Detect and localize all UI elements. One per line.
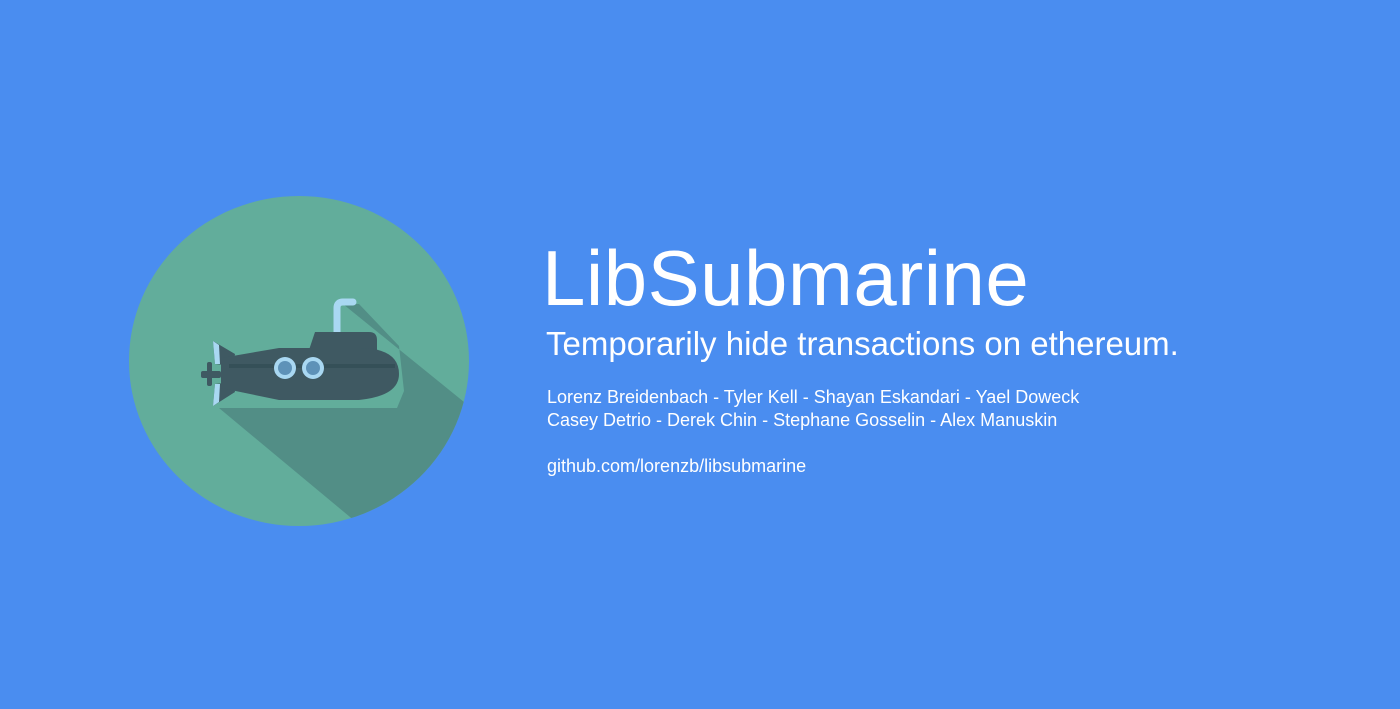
page-title: LibSubmarine — [542, 234, 1030, 322]
submarine-logo-icon — [129, 196, 469, 526]
logo — [129, 196, 469, 526]
author-line: Lorenz Breidenbach - Tyler Kell - Shayan… — [547, 387, 1080, 407]
author-list: Lorenz Breidenbach - Tyler Kell - Shayan… — [547, 386, 1362, 432]
banner: LibSubmarine Temporarily hide transactio… — [0, 0, 1400, 709]
author-line: Casey Detrio - Derek Chin - Stephane Gos… — [547, 410, 1058, 430]
repo-link[interactable]: github.com/lorenzb/libsubmarine — [547, 455, 1362, 478]
tagline: Temporarily hide transactions on ethereu… — [546, 325, 1179, 362]
text-block: LibSubmarine Temporarily hide transactio… — [542, 232, 1362, 478]
